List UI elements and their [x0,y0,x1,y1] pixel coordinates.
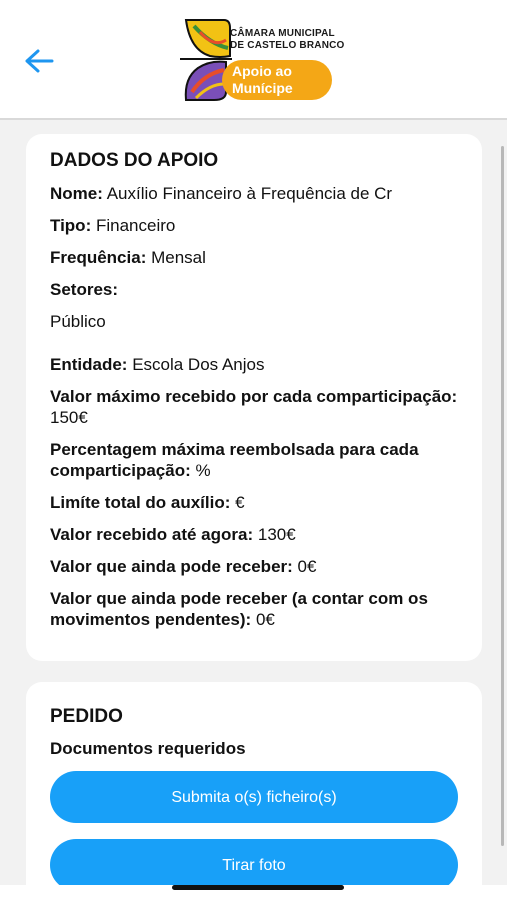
limite-value: € [235,493,245,512]
pode-receber-pendentes-value: 0€ [255,610,275,629]
take-photo-button[interactable]: Tirar foto [50,839,458,885]
valor-recebido-label: Valor recebido até agora: [50,525,254,544]
frequencia-value: Mensal [151,248,206,267]
support-details-card: DADOS DO APOIO Nome: Auxílio Financeiro … [26,134,482,661]
home-bar [0,885,507,900]
app-name-line1: Apoio ao [232,63,292,79]
request-title: PEDIDO [50,706,123,727]
required-documents-heading: Documentos requeridos [50,739,246,758]
nome-row: Nome: Auxílio Financeiro à Frequência de… [50,183,458,204]
scroll-content[interactable]: DADOS DO APOIO Nome: Auxílio Financeiro … [0,120,507,885]
frequencia-row: Frequência: Mensal [50,247,458,268]
frequencia-label: Frequência: [50,248,147,267]
support-details-title: DADOS DO APOIO [50,150,219,171]
setores-row: Setores: [50,279,458,300]
scrollbar[interactable] [501,146,504,846]
app-name-badge: Apoio ao Munícipe [222,60,332,100]
entidade-row: Entidade: Escola Dos Anjos [50,354,458,375]
nome-label: Nome: [50,184,103,203]
percentagem-label: Percentagem máxima reembolsada para cada… [50,440,419,480]
pode-receber-row: Valor que ainda pode receber: 0€ [50,556,458,577]
valor-maximo-label: Valor máximo recebido por cada compartic… [50,387,458,406]
limite-label: Limíte total do auxílio: [50,493,231,512]
tipo-value: Financeiro [95,216,176,235]
entidade-value: Escola Dos Anjos [132,355,265,374]
home-indicator[interactable] [172,885,344,890]
pode-receber-pendentes-row: Valor que ainda pode receber (a contar c… [50,588,458,630]
valor-recebido-value: 130€ [257,525,296,544]
app-name-line2: Munícipe [232,80,293,96]
pode-receber-value: 0€ [297,557,317,576]
org-name: Câmara Municipal de Castelo Branco [230,28,345,51]
percentagem-value: % [195,461,211,480]
pode-receber-label: Valor que ainda pode receber: [50,557,293,576]
valor-maximo-row: Valor máximo recebido por cada compartic… [50,386,458,428]
pode-receber-pendentes-label: Valor que ainda pode receber (a contar c… [50,589,428,629]
valor-recebido-row: Valor recebido até agora: 130€ [50,524,458,545]
tipo-row: Tipo: Financeiro [50,215,458,236]
valor-maximo-value: 150€ [50,408,88,427]
nome-value: Auxílio Financeiro à Frequência de Cr [106,184,393,203]
municipality-logo: Câmara Municipal de Castelo Branco Apoio… [180,18,350,102]
setores-value: Público [50,312,106,331]
arrow-left-icon [25,49,54,73]
back-button[interactable] [22,44,56,78]
submit-files-button[interactable]: Submita o(s) ficheiro(s) [50,771,458,823]
percentagem-row: Percentagem máxima reembolsada para cada… [50,439,458,481]
setores-label: Setores: [50,280,119,299]
app-header: Câmara Municipal de Castelo Branco Apoio… [0,0,507,120]
limite-row: Limíte total do auxílio: € [50,492,458,513]
tipo-label: Tipo: [50,216,92,235]
entidade-label: Entidade: [50,355,128,374]
request-card: PEDIDO Documentos requeridos Submita o(s… [26,682,482,885]
